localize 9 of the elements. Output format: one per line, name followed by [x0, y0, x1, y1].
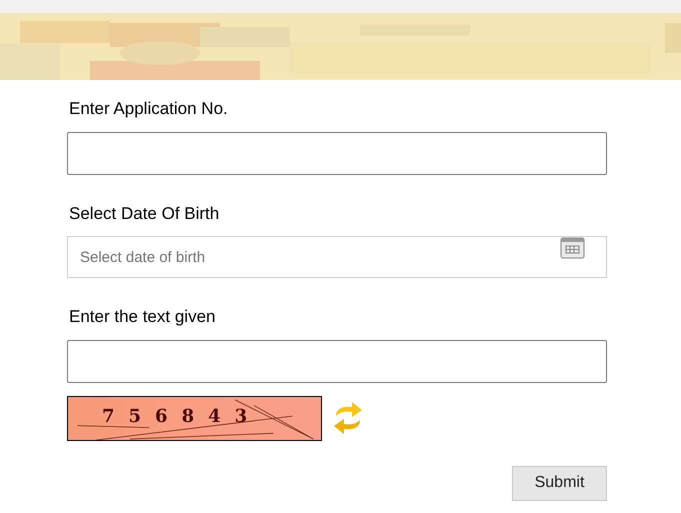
submit-button[interactable]: Submit	[512, 466, 607, 500]
field-label: Select Date Of Birth	[69, 202, 220, 224]
date-field[interactable]: Select date of birth	[67, 236, 607, 278]
captcha-text: 756843	[102, 404, 262, 428]
calendar-icon[interactable]	[560, 236, 585, 259]
text-field[interactable]	[67, 340, 607, 382]
field-label: Enter Application No.	[69, 98, 229, 120]
field-label: Enter the text given	[69, 306, 216, 328]
text-field[interactable]	[67, 132, 607, 174]
